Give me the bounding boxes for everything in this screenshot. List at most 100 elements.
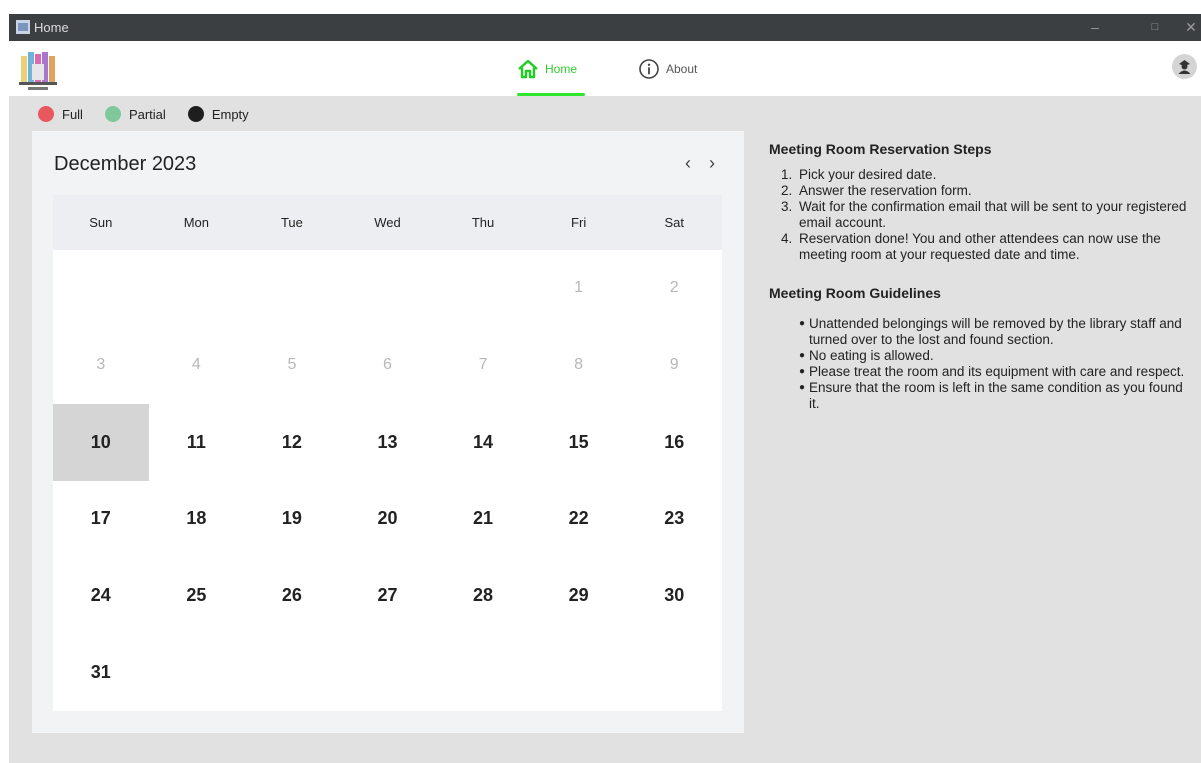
day-cell[interactable]: 6 <box>340 327 436 404</box>
day-cell[interactable]: 17 <box>53 481 149 558</box>
day-cell[interactable]: 7 <box>435 327 531 404</box>
day-cell[interactable]: 25 <box>149 557 245 634</box>
bullet-icon: ● <box>799 382 806 393</box>
empty-dot-icon <box>187 106 204 122</box>
next-month-button[interactable]: › <box>702 153 722 174</box>
full-dot-icon <box>38 106 54 122</box>
day-cell[interactable]: 9 <box>626 327 722 404</box>
minimize-button[interactable]: – <box>1085 18 1105 36</box>
day-cell[interactable]: 31 <box>53 634 149 711</box>
day-cell[interactable]: 22 <box>531 481 627 558</box>
day-cell[interactable]: 14 <box>435 404 531 481</box>
steps-title: Meeting Room Reservation Steps <box>769 141 992 157</box>
day-cell[interactable]: 1 <box>531 250 627 327</box>
bullet-icon: ● <box>799 350 806 361</box>
step-number: 3. <box>781 199 793 214</box>
info-icon <box>639 58 659 79</box>
step-number: 4. <box>781 231 793 246</box>
day-cell[interactable]: 18 <box>149 481 245 558</box>
empty-day-cell <box>149 634 245 711</box>
day-cell[interactable]: 20 <box>340 481 436 558</box>
day-cell[interactable]: 8 <box>531 327 627 404</box>
top-navbar: Home About <box>9 41 1201 96</box>
day-cell[interactable]: 2 <box>626 250 722 327</box>
main-content: Full Partial Empty December 2023 ‹ › Sun… <box>9 96 1201 763</box>
empty-day-cell <box>531 634 627 711</box>
step-text: Wait for the confirmation email that wil… <box>799 199 1187 230</box>
step-item: 4. Reservation done! You and other attend… <box>781 231 1189 263</box>
nav-tab-about[interactable]: About <box>638 41 718 96</box>
title-bar: Home – □ ✕ <box>9 14 1201 41</box>
weekday-label: Sat <box>664 215 684 230</box>
step-item: 2. Answer the reservation form. <box>781 183 1189 199</box>
legend-full: Full <box>38 106 83 122</box>
legend-partial-label: Partial <box>128 106 166 122</box>
step-text: Pick your desired date. <box>799 167 937 182</box>
nav-tab-home[interactable]: Home <box>517 41 587 96</box>
legend-partial: Partial <box>104 106 166 122</box>
day-cell[interactable]: 28 <box>435 557 531 634</box>
day-cell[interactable]: 27 <box>340 557 436 634</box>
day-cell[interactable]: 4 <box>149 327 245 404</box>
window-title: Home <box>34 20 69 35</box>
availability-legend: Full Partial Empty <box>38 106 271 122</box>
maximize-button[interactable]: □ <box>1145 18 1165 36</box>
step-text: Answer the reservation form. <box>799 183 972 198</box>
guideline-item: ● No eating is allowed. <box>799 348 1189 364</box>
empty-day-cell <box>340 634 436 711</box>
weekday-label: Mon <box>183 215 209 230</box>
nav-about-label: About <box>666 61 698 76</box>
empty-day-cell <box>149 250 245 327</box>
weekday-header: Sun Mon Tue Wed Thu Fri Sat <box>53 195 722 250</box>
day-cell[interactable]: 30 <box>626 557 722 634</box>
day-cell[interactable]: 26 <box>244 557 340 634</box>
guidelines-list: ● Unattended belongings will be removed b… <box>799 316 1189 412</box>
empty-day-cell <box>53 250 149 327</box>
day-cell[interactable]: 16 <box>626 404 722 481</box>
empty-day-cell <box>244 250 340 327</box>
instructions-panel: Meeting Room Reservation Steps 1. Pick yo… <box>769 141 1189 412</box>
guidelines-title: Meeting Room Guidelines <box>769 285 941 301</box>
day-cell[interactable]: 29 <box>531 557 627 634</box>
legend-empty-label: Empty <box>211 106 249 122</box>
day-cell[interactable]: 23 <box>626 481 722 558</box>
close-button[interactable]: ✕ <box>1181 18 1201 36</box>
guideline-text: Unattended belongings will be removed by… <box>809 316 1182 347</box>
day-cell[interactable]: 12 <box>244 404 340 481</box>
empty-day-cell <box>435 250 531 327</box>
weekday-label: Thu <box>471 215 495 230</box>
day-cell[interactable]: 13 <box>340 404 436 481</box>
step-item: 3. Wait for the confirmation email that w… <box>781 199 1189 231</box>
steps-list: 1. Pick your desired date. 2. Answer the re… <box>781 167 1189 263</box>
guideline-item: ● Ensure that the room is left in the sam… <box>799 380 1189 412</box>
guideline-item: ● Please treat the room and its equipment… <box>799 364 1189 380</box>
calendar-month-title: December 2023 <box>54 153 197 175</box>
day-cell[interactable]: 19 <box>244 481 340 558</box>
user-icon <box>1178 60 1191 74</box>
day-cell[interactable]: 5 <box>244 327 340 404</box>
empty-day-cell <box>244 634 340 711</box>
library-logo <box>19 52 57 90</box>
day-cell[interactable]: 11 <box>149 404 245 481</box>
weekday-label: Tue <box>280 215 303 230</box>
guideline-text: Ensure that the room is left in the same… <box>809 380 1183 411</box>
java-app-icon <box>16 20 30 34</box>
day-cell[interactable]: 15 <box>531 404 627 481</box>
step-item: 1. Pick your desired date. <box>781 167 1189 183</box>
day-cell[interactable]: 24 <box>53 557 149 634</box>
day-cell[interactable]: 21 <box>435 481 531 558</box>
guideline-item: ● Unattended belongings will be removed b… <box>799 316 1189 348</box>
calendar-panel: December 2023 ‹ › Sun Mon Tue Wed Thu Fri Sat … <box>32 131 744 733</box>
step-text: Reservation done! You and other attendee… <box>799 231 1161 262</box>
previous-month-button[interactable]: ‹ <box>678 153 698 174</box>
calendar-days-grid: 1 2 3 4 5 6 7 8 9 10 11 12 13 14 15 16 17 18 19 20 21 22 23 24 2… <box>53 250 722 711</box>
empty-day-cell <box>435 634 531 711</box>
bullet-icon: ● <box>799 318 806 329</box>
user-avatar-button[interactable] <box>1172 54 1197 79</box>
guideline-text: Please treat the room and its equipment … <box>809 364 1185 379</box>
app-window: Home – □ ✕ Home About Full Partial Empty… <box>0 0 1201 763</box>
step-number: 1. <box>781 167 793 182</box>
day-cell[interactable]: 10 <box>53 403 149 481</box>
partial-dot-icon <box>104 106 121 122</box>
day-cell[interactable]: 3 <box>53 327 149 404</box>
